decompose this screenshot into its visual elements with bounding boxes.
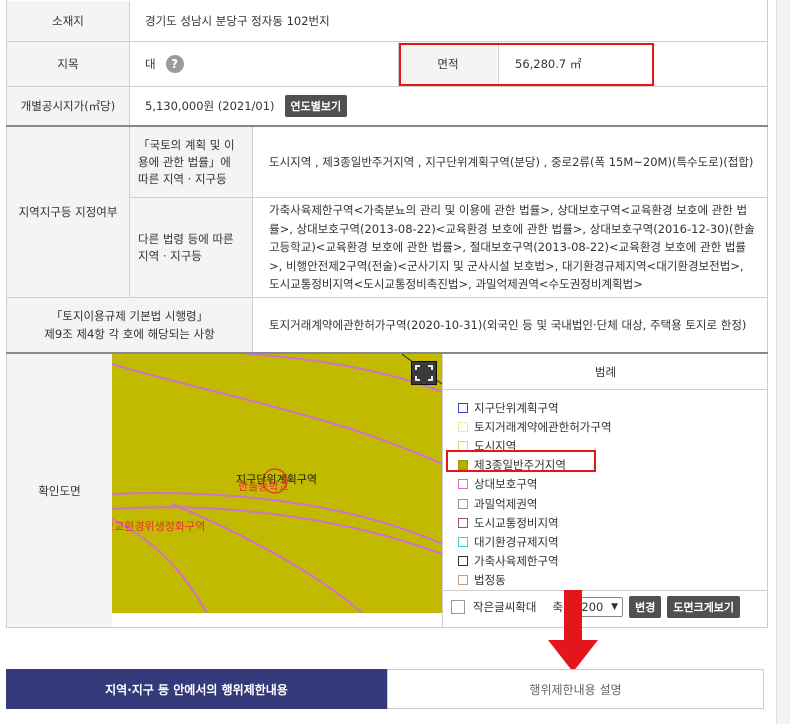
legend-swatch <box>458 479 468 490</box>
arrow-down-icon <box>548 590 598 672</box>
change-button[interactable]: 변경 <box>629 596 662 618</box>
other-law-value: 가축사육제한구역<가축분뇨의 관리 및 이용에 관한 법률>, 상대보호구역<교… <box>269 203 755 292</box>
regulation-header: 「토지이용규제 기본법 시행령」 제9조 제4항 각 호에 해당되는 사항 <box>7 298 252 352</box>
question-icon[interactable]: ? <box>165 55 184 73</box>
regulation-header-line1: 「토지이용규제 기본법 시행령」 <box>50 309 209 323</box>
legend-swatch <box>458 402 468 413</box>
small-text-zoom-checkbox[interactable] <box>451 600 465 614</box>
legend-item: 대기환경규제지역 <box>458 532 612 551</box>
legend-label: 대기환경규제지역 <box>474 534 559 549</box>
national-law-header: 「국토의 계획 및 이용에 관한 법률」에 따른 지역 · 지구등 <box>130 127 252 197</box>
land-price-cell: 5,130,000원 (2021/01) 연도별보기 <box>145 87 745 125</box>
location-value: 경기도 성남시 분당구 정자동 102번지 <box>145 14 330 28</box>
land-price-value: 5,130,000원 (2021/01) <box>145 99 275 113</box>
legend-label: 법정동 <box>474 573 506 588</box>
map-label-left: 학교환경위생정화구역 <box>112 520 206 533</box>
yearly-view-button[interactable]: 연도별보기 <box>284 95 348 117</box>
legend-swatch <box>458 575 468 586</box>
other-law-header: 다른 법령 등에 따른 지역 · 지구등 <box>130 198 252 297</box>
tab-restriction-content[interactable]: 지역·지구 등 안에서의 행위제한내용 <box>6 669 387 709</box>
legend-item: 과밀억제권역 <box>458 494 612 513</box>
legend-swatch <box>458 498 468 509</box>
legend-item: 가축사육제한구역 <box>458 552 612 571</box>
legend-item: 법정동 <box>458 571 612 590</box>
legend-label: 지구단위계획구역 <box>474 400 559 415</box>
regulation-header-line2: 제9조 제4항 각 호에 해당되는 사항 <box>44 327 215 341</box>
national-law-value: 도시지역 , 제3종일반주거지역 , 지구단위계획구역(분당) , 중로2류(폭… <box>269 155 754 169</box>
legend-item: 지구단위계획구역 <box>458 398 612 417</box>
legend-swatch <box>458 421 468 432</box>
legend-item: 상대보호구역 <box>458 475 612 494</box>
land-category-header: 지목 <box>7 42 129 86</box>
legend-label: 과밀억제권역 <box>474 496 538 511</box>
scrollbar[interactable] <box>776 0 790 724</box>
small-text-zoom-label: 작은글씨확대 <box>473 600 537 614</box>
legend-list: 지구단위계획구역 토지거래계약에관한허가구역 도시지역 제3종일반주거지역 상대보호구역… <box>458 398 612 590</box>
area-highlight-box <box>399 43 654 86</box>
legend-swatch <box>458 536 468 547</box>
map-controls: 작은글씨확대 축 1200 ▼ 변경 도면크게보기 <box>443 590 768 623</box>
map-header: 확인도면 <box>7 354 112 627</box>
legend-label: 도시교통정비지역 <box>474 515 559 530</box>
legend-title: 범례 <box>443 354 768 390</box>
legend-item: 도시교통정비지역 <box>458 513 612 532</box>
legend-label: 토지거래계약에관한허가구역 <box>474 419 612 434</box>
legend-label: 상대보호구역 <box>474 477 538 492</box>
fullscreen-icon[interactable] <box>411 361 437 385</box>
legend-label: 가축사육제한구역 <box>474 554 559 569</box>
tab-restriction-explanation[interactable]: 행위제한내용 설명 <box>387 669 764 709</box>
location-header: 소재지 <box>7 1 129 41</box>
zoning-header: 지역지구등 지정여부 <box>7 127 129 297</box>
land-price-header: 개별공시지가(㎡당) <box>7 87 129 125</box>
confirmation-map[interactable]: 지구단위계획구역 한솔중학교 학교환경위생정화구역 <box>112 354 442 613</box>
legend-highlight-box <box>446 450 596 472</box>
regulation-value: 토지거래계약에관한허가구역(2020-10-31)(외국인 등 및 국내법인·단… <box>269 318 747 332</box>
land-category-value: 대 <box>145 57 156 71</box>
legend-swatch <box>458 556 468 567</box>
land-category-cell: 대 ? <box>145 42 385 86</box>
chevron-down-icon: ▼ <box>611 602 619 612</box>
map-label-overlap: 한솔중학교 <box>238 480 289 493</box>
big-map-button[interactable]: 도면크게보기 <box>667 596 741 618</box>
legend-swatch <box>458 517 468 528</box>
legend-item: 토지거래계약에관한허가구역 <box>458 417 612 436</box>
